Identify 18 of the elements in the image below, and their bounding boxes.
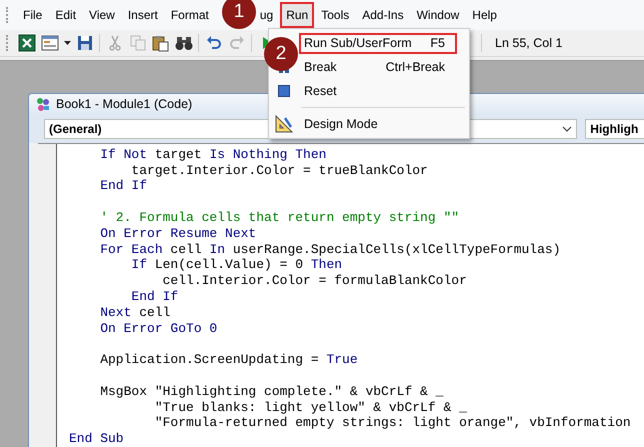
code-line: If Len(cell.Value) = 0 Then	[130, 257, 344, 274]
code-line: On Error GoTo 0	[99, 320, 218, 336]
code-line: End If	[130, 289, 180, 305]
code-line: End If	[99, 178, 148, 194]
code-line: "True blanks: light yellow" & vbCrLf & _	[154, 400, 468, 416]
code-line: cell.Interior.Color = formulaBlankColor	[162, 273, 468, 290]
code-line: ' 2. Formula cells that return empty string ""	[99, 210, 460, 226]
code-line: If Not target Is Nothing Then	[99, 146, 328, 163]
code-line: Next cell	[99, 304, 172, 321]
code-line: Application.ScreenUpdating = True	[99, 352, 359, 368]
window-title: Book1 - Module1 (Code)	[56, 97, 192, 112]
code-line: target.Interior.Color = trueBlankColor	[130, 162, 429, 178]
code-line: For Each cell In userRange.SpecialCells(xlCellTypeFormulas)	[99, 242, 562, 258]
code-line: MsgBox "Highlighting complete." & vbCrLf & _	[99, 384, 444, 400]
cursor-position: Ln 55, Col 1	[494, 36, 562, 50]
code-line: End Sub	[69, 431, 125, 447]
code-line: "Formula-returned empty strings: light orange", vbInformation	[154, 415, 632, 432]
code-line: On Error Resume Next	[99, 226, 258, 242]
